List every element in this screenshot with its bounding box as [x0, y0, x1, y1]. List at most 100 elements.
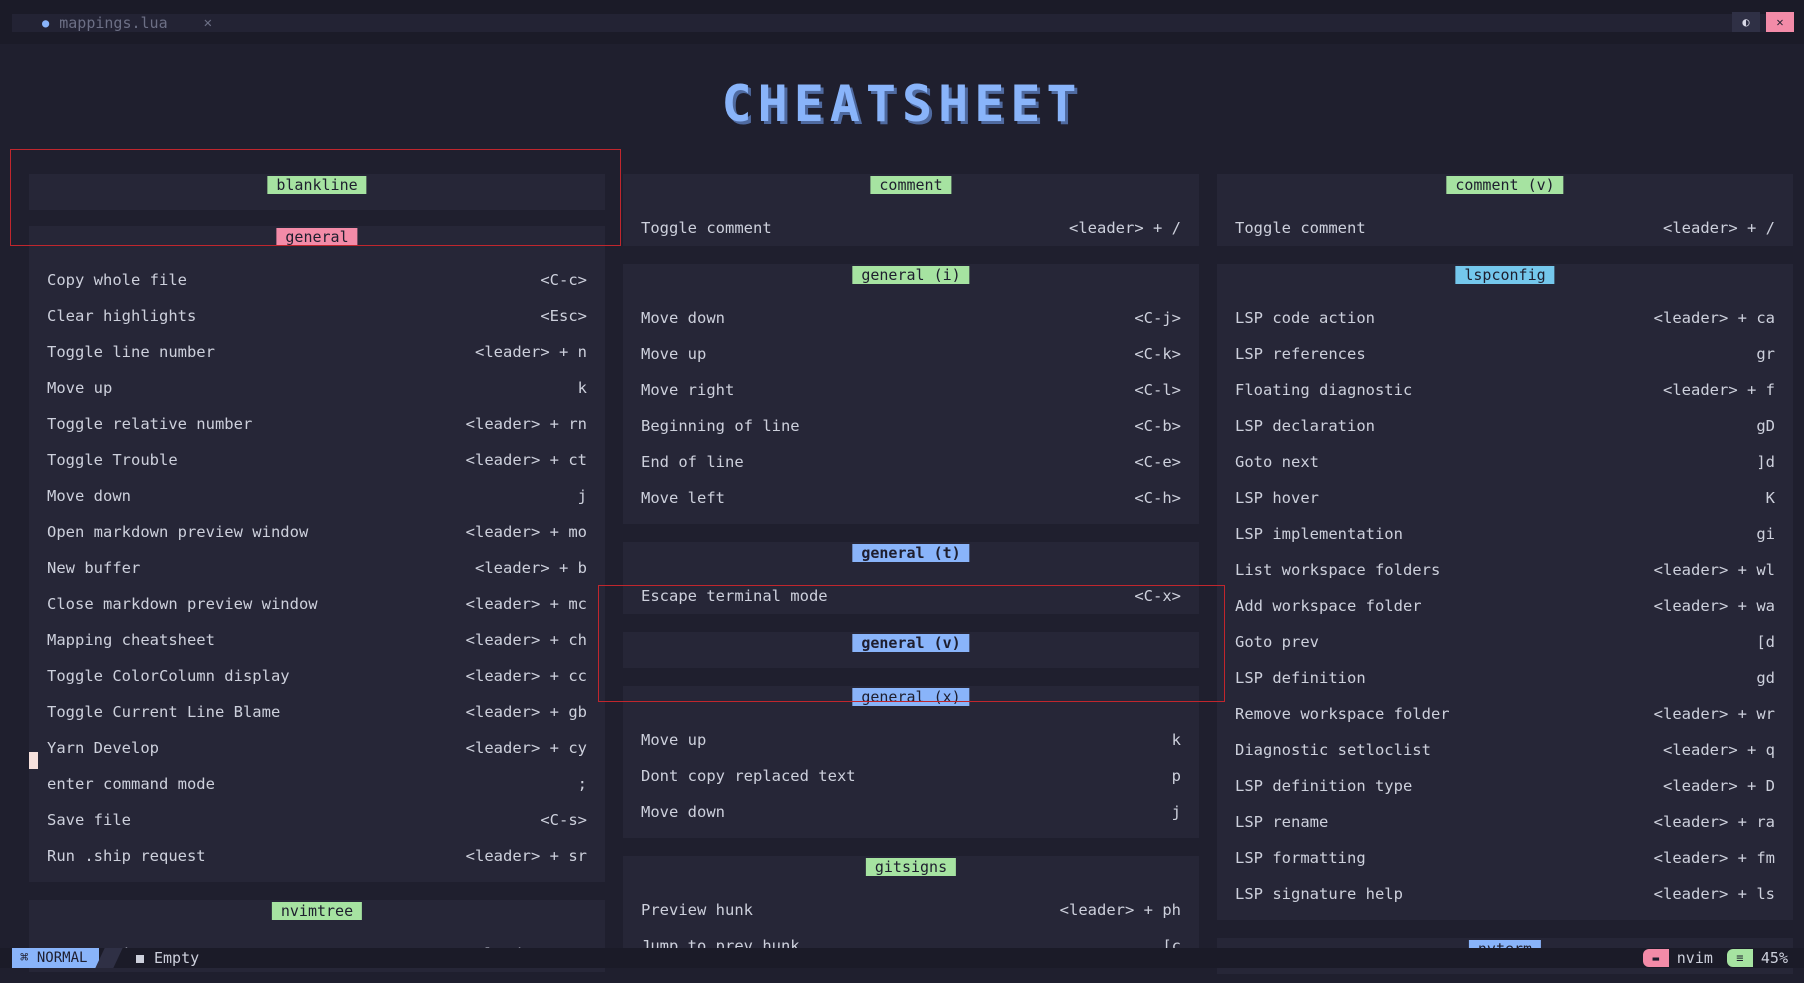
section-label: gitsigns: [865, 858, 957, 876]
mapping-keys: <leader> + /: [1663, 219, 1775, 237]
mapping-keys: [d: [1756, 633, 1775, 651]
mapping-description: LSP definition type: [1235, 777, 1413, 795]
section-label: general (i): [852, 266, 970, 284]
buffer-indicator: Empty: [136, 948, 199, 968]
column-2: comment Toggle comment <leader> + / gener…: [623, 174, 1199, 982]
vim-icon: ⌘: [20, 950, 29, 966]
mapping-list: Escape terminal mode <C-x>: [623, 578, 1199, 614]
mapping-keys: <leader> + ls: [1653, 885, 1775, 903]
neovim-window: ● mappings.lua ✕ ◐ ✕ CHEATSHEET blanklin…: [0, 0, 1804, 983]
mapping-row: Toggle Trouble <leader> + ct: [29, 442, 605, 478]
mapping-keys: gD: [1756, 417, 1775, 435]
mapping-keys: k: [1171, 731, 1181, 749]
mapping-keys: ;: [577, 775, 587, 793]
mapping-description: Remove workspace folder: [1235, 705, 1450, 723]
mapping-keys: <C-l>: [1134, 381, 1181, 399]
mapping-keys: <leader> + wl: [1653, 561, 1775, 579]
mapping-description: Move left: [641, 489, 725, 507]
section-label: general: [276, 228, 358, 246]
close-window-button[interactable]: ✕: [1766, 12, 1794, 32]
mapping-row: Run .ship request <leader> + sr: [29, 838, 605, 874]
mapping-description: Close markdown preview window: [47, 595, 318, 613]
progress-icon: ≡: [1726, 949, 1753, 967]
section-comment: comment Toggle comment <leader> + /: [623, 174, 1199, 246]
folder-icon: ▬: [1642, 949, 1669, 967]
mapping-keys: gr: [1756, 345, 1775, 363]
mapping-list: Toggle comment <leader> + /: [623, 210, 1199, 246]
mapping-row: LSP definition type <leader> + D: [1217, 768, 1793, 804]
mapping-description: Move up: [47, 379, 113, 397]
close-icon[interactable]: ✕: [204, 15, 212, 31]
theme-toggle-button[interactable]: ◐: [1732, 12, 1760, 32]
mapping-description: Run .ship request: [47, 847, 206, 865]
mode-indicator: ⌘ NORMAL: [12, 948, 100, 968]
mapping-row: Toggle comment <leader> + /: [623, 210, 1199, 246]
mapping-row: Goto next]d: [1217, 444, 1793, 480]
mapping-description: LSP references: [1235, 345, 1366, 363]
mapping-row: Move up k: [29, 370, 605, 406]
mapping-description: LSP formatting: [1235, 849, 1366, 867]
mapping-keys: <C-k>: [1134, 345, 1181, 363]
mapping-keys: <leader> + ph: [1059, 901, 1181, 919]
mapping-keys: <C-h>: [1134, 489, 1181, 507]
section-blankline: blankline: [29, 174, 605, 210]
mapping-row: Close markdown preview window <leader> + …: [29, 586, 605, 622]
mapping-description: LSP definition: [1235, 669, 1366, 687]
mapping-description: Move right: [641, 381, 735, 399]
mapping-keys: j: [1171, 803, 1181, 821]
mapping-description: LSP code action: [1235, 309, 1375, 327]
mapping-row: Toggle relative number <leader> + rn: [29, 406, 605, 442]
mapping-row: LSP definition gd: [1217, 660, 1793, 696]
mapping-keys: j: [577, 487, 587, 505]
tab-bar: ● mappings.lua ✕ ◐ ✕: [0, 0, 1804, 44]
section-general-i: general (i) Move down <C-j> Move up <C-k> Mo…: [623, 264, 1199, 524]
tab-mappings-lua[interactable]: ● mappings.lua ✕: [42, 14, 212, 32]
mapping-row: Toggle ColorColumn display <leader> + cc: [29, 658, 605, 694]
section-label: general (v): [852, 634, 970, 652]
tabline-track: [12, 14, 1792, 32]
mapping-description: Toggle line number: [47, 343, 215, 361]
mapping-row: Move down j: [29, 478, 605, 514]
mapping-row: Diagnostic setloclist <leader> + q: [1217, 732, 1793, 768]
section-label: lspconfig: [1455, 266, 1555, 284]
mapping-keys: <leader> + f: [1663, 381, 1775, 399]
mapping-row: enter command mode;: [29, 766, 605, 802]
mapping-description: Beginning of line: [641, 417, 800, 435]
mapping-description: Yarn Develop: [47, 739, 159, 757]
mapping-row: LSP implementation gi: [1217, 516, 1793, 552]
mapping-description: Toggle Trouble: [47, 451, 178, 469]
mapping-row: Toggle comment <leader> + /: [1217, 210, 1793, 246]
mapping-row: Dont copy replaced text p: [623, 758, 1199, 794]
window-buttons: ◐ ✕: [1732, 12, 1794, 32]
mapping-keys: <leader> + q: [1663, 741, 1775, 759]
section-general-v: general (v): [623, 632, 1199, 668]
mapping-row: Remove workspace folder <leader> + wr: [1217, 696, 1793, 732]
mapping-description: Open markdown preview window: [47, 523, 309, 541]
status-line: ⌘ NORMAL Empty ▬ nvim ≡ 45%: [0, 948, 1804, 968]
mapping-keys: p: [1171, 767, 1181, 785]
mapping-description: Toggle ColorColumn display: [47, 667, 290, 685]
mapping-description: Diagnostic setloclist: [1235, 741, 1431, 759]
mapping-keys: <C-b>: [1134, 417, 1181, 435]
mapping-row: Escape terminal mode <C-x>: [623, 578, 1199, 614]
mapping-description: Copy whole file: [47, 271, 187, 289]
section-comment-v: comment (v) Toggle comment <leader> + /: [1217, 174, 1793, 246]
mapping-keys: <leader> + ra: [1653, 813, 1775, 831]
mapping-row: Clear highlights <Esc>: [29, 298, 605, 334]
section-label: general (x): [852, 688, 970, 706]
status-right: ▬ nvim ≡ 45%: [1642, 948, 1788, 968]
text-cursor: [29, 752, 38, 769]
mapping-description: Toggle comment: [641, 219, 772, 237]
section-general: general Copy whole file <C-c> Clear highli…: [29, 226, 605, 882]
mapping-keys: <C-c>: [540, 271, 587, 289]
file-icon: [136, 954, 144, 963]
mapping-row: Toggle Current Line Blame <leader> + gb: [29, 694, 605, 730]
mapping-row: Add workspace folder <leader> + wa: [1217, 588, 1793, 624]
mapping-keys: k: [577, 379, 587, 397]
column-1: blankline general Copy whole file <C-c> Cl…: [29, 174, 605, 983]
mapping-description: LSP implementation: [1235, 525, 1403, 543]
mapping-keys: gi: [1756, 525, 1775, 543]
mapping-keys: <leader> + mo: [465, 523, 587, 541]
mapping-row: LSP hover K: [1217, 480, 1793, 516]
section-label: general (t): [852, 544, 970, 562]
